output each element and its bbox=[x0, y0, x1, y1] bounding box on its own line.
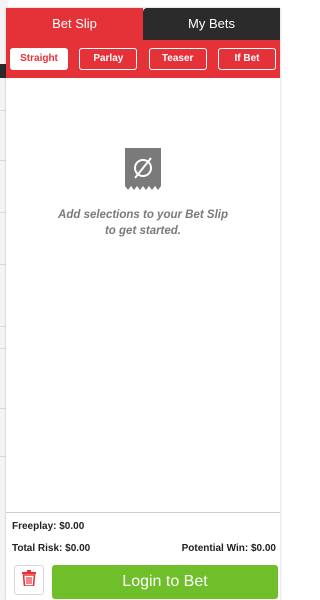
freeplay-value: $0.00 bbox=[59, 521, 85, 532]
slip-footer: Freeplay: $0.00 Total Risk: $0.00 Potent… bbox=[6, 512, 280, 600]
freeplay-label: Freeplay: bbox=[12, 521, 57, 532]
tab-my-bets[interactable]: My Bets bbox=[143, 8, 280, 40]
trash-icon bbox=[22, 569, 36, 591]
empty-state: Add selections to your Bet Slip to get s… bbox=[6, 148, 280, 239]
bet-type-if-bet[interactable]: If Bet bbox=[217, 48, 276, 70]
login-to-bet-button[interactable]: Login to Bet bbox=[52, 565, 278, 599]
empty-state-message: Add selections to your Bet Slip to get s… bbox=[6, 207, 280, 239]
bet-type-tabs: Straight Parlay Teaser If Bet bbox=[6, 40, 280, 78]
total-risk-row: Total Risk: $0.00 bbox=[12, 543, 90, 554]
freeplay-row: Freeplay: $0.00 bbox=[12, 521, 84, 532]
empty-state-line-2: to get started. bbox=[104, 225, 182, 237]
bet-type-teaser[interactable]: Teaser bbox=[148, 48, 207, 70]
potential-win-label: Potential Win: bbox=[181, 543, 249, 554]
bet-slip-panel: Bet Slip My Bets Straight Parlay Teaser … bbox=[6, 8, 280, 600]
bet-type-straight[interactable]: Straight bbox=[10, 48, 68, 70]
no-ticket-icon bbox=[125, 148, 161, 192]
login-row: Login to Bet bbox=[6, 565, 280, 600]
potential-win-value: $0.00 bbox=[250, 543, 276, 554]
clear-slip-button[interactable] bbox=[14, 565, 44, 595]
total-risk-label: Total Risk: bbox=[12, 543, 63, 554]
potential-win-row: Potential Win: $0.00 bbox=[182, 543, 276, 554]
slip-tabs: Bet Slip My Bets bbox=[6, 8, 280, 40]
bet-type-parlay[interactable]: Parlay bbox=[79, 48, 138, 70]
empty-state-line-1: Add selections to your Bet Slip bbox=[58, 209, 228, 221]
tab-bet-slip[interactable]: Bet Slip bbox=[6, 8, 143, 40]
total-risk-value: $0.00 bbox=[65, 543, 91, 554]
